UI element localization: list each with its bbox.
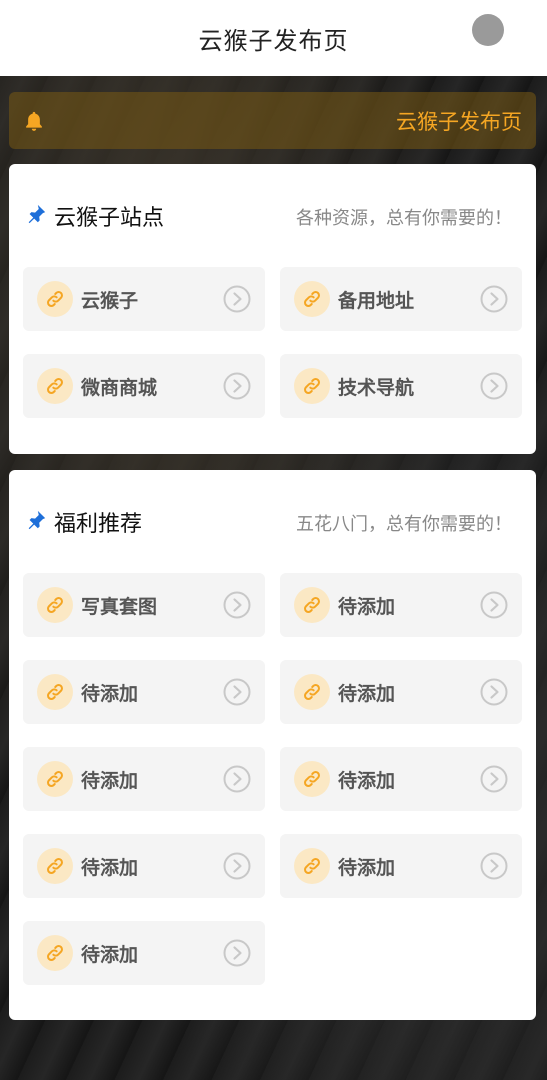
link-icon: [37, 281, 73, 317]
link-item[interactable]: 备用地址: [280, 267, 522, 331]
avatar[interactable]: [472, 14, 504, 46]
link-label: 待添加: [338, 770, 396, 792]
chevron-right-icon: [223, 765, 251, 793]
chevron-right-icon: [223, 678, 251, 706]
link-icon: [294, 674, 330, 710]
link-item[interactable]: 写真套图: [23, 573, 265, 637]
link-label: 技术导航: [338, 377, 415, 399]
pin-icon: [28, 204, 46, 224]
notice-text: 云猴子发布页: [396, 109, 522, 134]
link-item[interactable]: 待添加: [280, 747, 522, 811]
chevron-right-icon: [480, 852, 508, 880]
chevron-right-icon: [223, 939, 251, 967]
section-header: 福利推荐 五花八门，总有你需要的！: [9, 470, 536, 570]
link-item[interactable]: 待添加: [23, 921, 265, 985]
chevron-right-icon: [223, 852, 251, 880]
link-item[interactable]: 待添加: [23, 747, 265, 811]
link-icon: [294, 848, 330, 884]
link-icon: [37, 587, 73, 623]
link-icon: [294, 761, 330, 797]
top-bar: 云猴子发布页: [0, 0, 547, 76]
link-label: 待添加: [338, 596, 396, 618]
section-recommend: 福利推荐 五花八门，总有你需要的！ 写真套图 待添加 待添加 待添加 待添加 待…: [9, 470, 536, 1020]
link-icon: [37, 935, 73, 971]
chevron-right-icon: [480, 591, 508, 619]
link-icon: [37, 368, 73, 404]
link-item[interactable]: 待添加: [280, 834, 522, 898]
section-subtitle: 各种资源，总有你需要的！: [296, 208, 512, 229]
link-icon: [37, 848, 73, 884]
chevron-right-icon: [223, 591, 251, 619]
chevron-right-icon: [480, 285, 508, 313]
bell-icon: [26, 111, 42, 131]
chevron-right-icon: [223, 285, 251, 313]
link-item[interactable]: 微商商城: [23, 354, 265, 418]
link-label: 待添加: [81, 770, 139, 792]
link-label: 云猴子: [81, 290, 139, 312]
notice-bar[interactable]: 云猴子发布页: [9, 92, 536, 149]
section-title: 云猴子站点: [54, 206, 165, 231]
section-subtitle: 五花八门，总有你需要的！: [296, 514, 512, 535]
link-icon: [294, 281, 330, 317]
link-label: 写真套图: [81, 596, 158, 618]
link-label: 待添加: [81, 944, 139, 966]
link-label: 备用地址: [338, 290, 415, 312]
pin-icon: [28, 510, 46, 530]
link-label: 待添加: [81, 857, 139, 879]
link-label: 待添加: [338, 683, 396, 705]
chevron-right-icon: [480, 372, 508, 400]
link-icon: [37, 761, 73, 797]
link-icon: [294, 587, 330, 623]
link-label: 待添加: [81, 683, 139, 705]
chevron-right-icon: [480, 678, 508, 706]
link-item[interactable]: 技术导航: [280, 354, 522, 418]
link-icon: [37, 674, 73, 710]
link-icon: [294, 368, 330, 404]
link-item[interactable]: 待添加: [280, 660, 522, 724]
link-label: 待添加: [338, 857, 396, 879]
link-item[interactable]: 待添加: [23, 660, 265, 724]
chevron-right-icon: [480, 765, 508, 793]
link-label: 微商商城: [81, 377, 158, 399]
section-title: 福利推荐: [54, 512, 143, 537]
link-item[interactable]: 云猴子: [23, 267, 265, 331]
page-title: 云猴子发布页: [198, 26, 349, 55]
section-sites: 云猴子站点 各种资源，总有你需要的！ 云猴子 备用地址 微商商城 技术导航: [9, 164, 536, 454]
link-item[interactable]: 待添加: [280, 573, 522, 637]
link-item[interactable]: 待添加: [23, 834, 265, 898]
chevron-right-icon: [223, 372, 251, 400]
section-header: 云猴子站点 各种资源，总有你需要的！: [9, 164, 536, 264]
